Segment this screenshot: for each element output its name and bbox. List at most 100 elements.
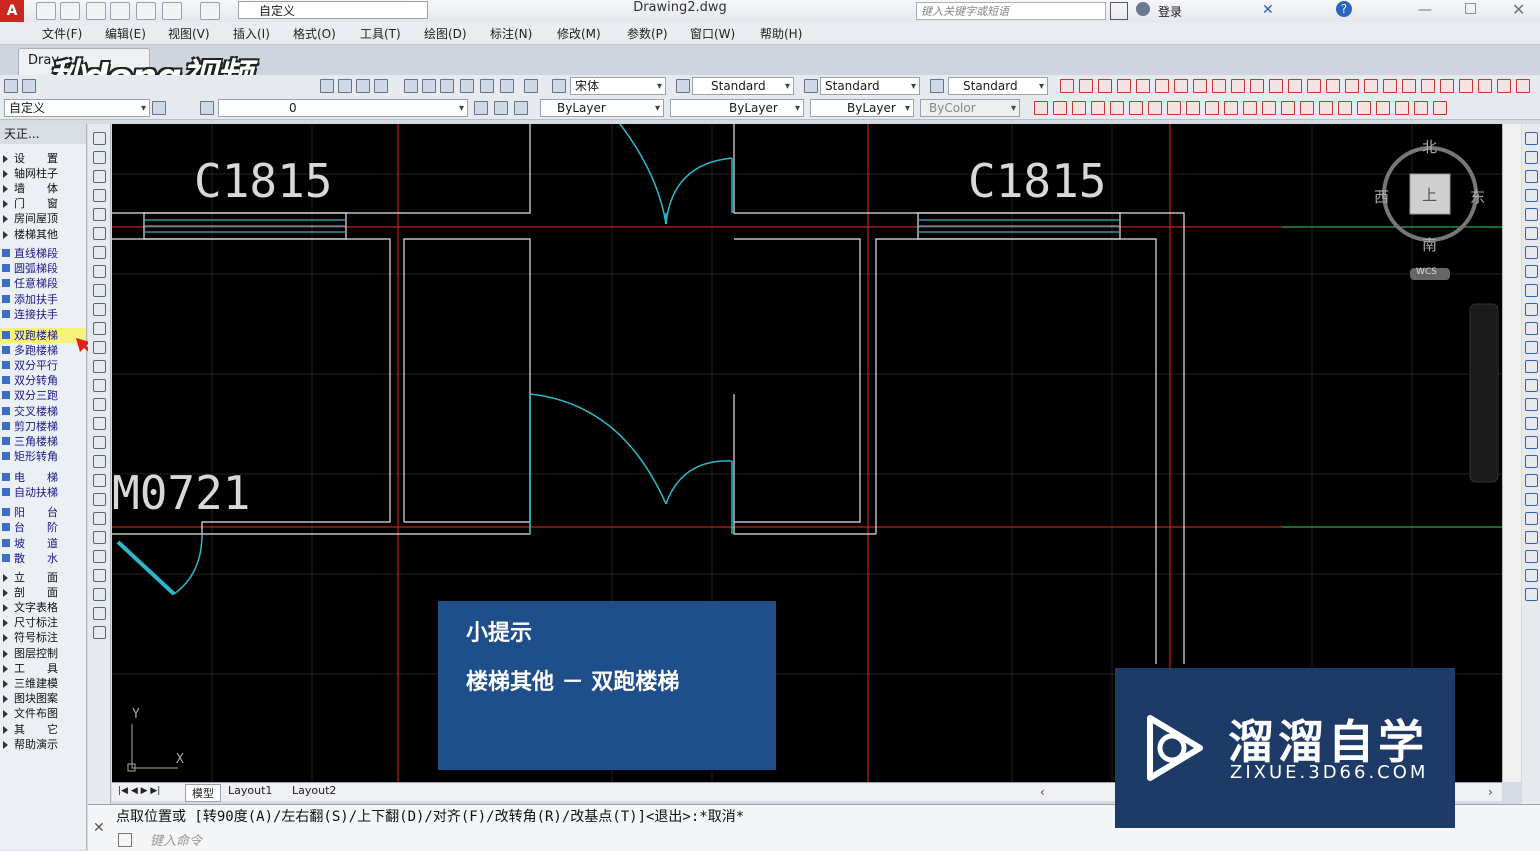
modify-tool-icon[interactable] <box>1525 493 1538 506</box>
panel-item[interactable]: 图层控制 <box>0 646 86 661</box>
panel-item[interactable]: 散 水 <box>0 551 86 566</box>
panel-item[interactable]: 圆弧梯段 <box>0 261 86 276</box>
panel-item[interactable]: 交叉楼梯 <box>0 404 86 419</box>
panel-item[interactable]: 任意梯段 <box>0 276 86 291</box>
minimize-icon[interactable]: — <box>1418 2 1432 18</box>
modify-tool-icon[interactable] <box>1525 170 1538 183</box>
tangent-tool-icon[interactable] <box>1167 101 1181 115</box>
tangent-tool-icon[interactable] <box>1129 101 1143 115</box>
panel-item[interactable]: 门 窗 <box>0 196 86 211</box>
tab-nav-arrows[interactable]: |◀ ◀ ▶ ▶| <box>118 786 160 796</box>
panel-item[interactable]: 阳 台 <box>0 505 86 520</box>
panel-item[interactable]: 剪刀楼梯 <box>0 419 86 434</box>
tangent-tool-icon[interactable] <box>1281 101 1295 115</box>
tangent-tool-icon[interactable] <box>1357 101 1371 115</box>
draw-tool-icon[interactable] <box>93 417 106 430</box>
login-label[interactable]: 登录 <box>1158 3 1182 20</box>
modify-tool-icon[interactable] <box>1525 455 1538 468</box>
draw-tool-icon[interactable] <box>93 569 106 582</box>
keyword-search-input[interactable]: 键入关键字或短语 <box>916 2 1106 20</box>
help-icon[interactable]: ? <box>1336 1 1352 17</box>
draw-tool-icon[interactable] <box>93 208 106 221</box>
modify-tool-icon[interactable] <box>1525 569 1538 582</box>
command-close-icon[interactable]: ✕ <box>93 820 105 836</box>
tangent-tool-icon[interactable] <box>1414 101 1428 115</box>
modify-tool-icon[interactable] <box>1525 189 1538 202</box>
panel-item[interactable]: 电 梯 <box>0 470 86 485</box>
modify-tool-icon[interactable] <box>1525 265 1538 278</box>
tangent-tool-icon[interactable] <box>1186 101 1200 115</box>
tangent-tool-icon[interactable] <box>1205 101 1219 115</box>
draw-tool-icon[interactable] <box>93 531 106 544</box>
draw-tool-icon[interactable] <box>93 512 106 525</box>
modify-tool-icon[interactable] <box>1525 341 1538 354</box>
draw-tool-icon[interactable] <box>93 246 106 259</box>
modify-tool-icon[interactable] <box>1525 398 1538 411</box>
dimension-tool-icon[interactable] <box>1136 79 1150 93</box>
menu-parametric[interactable]: 参数(P) <box>627 25 668 42</box>
tangent-tool-icon[interactable] <box>1053 101 1067 115</box>
tab-model[interactable]: 模型 <box>185 784 221 802</box>
modify-tool-icon[interactable] <box>1525 531 1538 544</box>
multileader-style-icon[interactable] <box>930 79 944 93</box>
dimension-tool-icon[interactable] <box>1497 79 1511 93</box>
font-select[interactable]: 宋体 <box>570 77 666 95</box>
panel-item[interactable]: 图块图案 <box>0 691 86 706</box>
panel-item[interactable]: 双分三跑 <box>0 388 86 403</box>
compass-east[interactable]: 东 <box>1470 186 1485 207</box>
menu-dimension[interactable]: 标注(N) <box>490 25 532 42</box>
modify-tool-icon[interactable] <box>1525 227 1538 240</box>
panel-item[interactable]: 直线梯段 <box>0 246 86 261</box>
modify-tool-icon[interactable] <box>1525 246 1538 259</box>
dimension-tool-icon[interactable] <box>1459 79 1473 93</box>
draw-tool-icon[interactable] <box>93 436 106 449</box>
dimension-tool-icon[interactable] <box>1364 79 1378 93</box>
table-style-select[interactable]: Standard <box>948 77 1048 95</box>
modify-tool-icon[interactable] <box>1525 512 1538 525</box>
properties-icon[interactable] <box>404 79 418 93</box>
menu-window[interactable]: 窗口(W) <box>690 25 735 42</box>
tangent-tool-icon[interactable] <box>1072 101 1086 115</box>
draw-tool-icon[interactable] <box>93 284 106 297</box>
tangent-tool-icon[interactable] <box>1091 101 1105 115</box>
tangent-tool-icon[interactable] <box>1319 101 1333 115</box>
pan-icon[interactable] <box>320 79 334 93</box>
new-file-icon[interactable] <box>36 2 56 20</box>
tab-layout2[interactable]: Layout2 <box>292 784 336 797</box>
tangent-tool-icon[interactable] <box>1034 101 1048 115</box>
zoom-previous-icon[interactable] <box>374 79 388 93</box>
dimension-tool-icon[interactable] <box>1060 79 1074 93</box>
panel-item[interactable]: 三维建模 <box>0 676 86 691</box>
dimension-tool-icon[interactable] <box>1155 79 1169 93</box>
panel-item[interactable]: 文件布图 <box>0 706 86 721</box>
draw-tool-icon[interactable] <box>93 398 106 411</box>
dimension-tool-icon[interactable] <box>1516 79 1530 93</box>
dimension-tool-icon[interactable] <box>1383 79 1397 93</box>
design-center-icon[interactable] <box>422 79 436 93</box>
layer-state-icon[interactable] <box>514 101 528 115</box>
tangent-tool-icon[interactable] <box>1110 101 1124 115</box>
maximize-icon[interactable]: □ <box>1464 0 1477 16</box>
menu-format[interactable]: 格式(O) <box>293 25 336 42</box>
panel-item[interactable]: 墙 体 <box>0 181 86 196</box>
draw-tool-icon[interactable] <box>93 379 106 392</box>
draw-tool-icon[interactable] <box>93 455 106 468</box>
command-prompt-icon[interactable] <box>118 833 132 847</box>
open-file-icon[interactable] <box>60 2 80 20</box>
save-as-icon[interactable] <box>110 2 130 20</box>
menu-file[interactable]: 文件(F) <box>42 25 82 42</box>
panel-item[interactable]: 文字表格 <box>0 600 86 615</box>
modify-tool-icon[interactable] <box>1525 550 1538 563</box>
dimension-tool-icon[interactable] <box>1307 79 1321 93</box>
draw-tool-icon[interactable] <box>93 189 106 202</box>
menu-draw[interactable]: 绘图(D) <box>424 25 467 42</box>
binoculars-icon[interactable] <box>1110 2 1128 20</box>
panel-item[interactable]: 其 它 <box>0 722 86 737</box>
open-icon[interactable] <box>22 79 36 93</box>
panel-item[interactable]: 自动扶梯 <box>0 485 86 500</box>
dimension-tool-icon[interactable] <box>1288 79 1302 93</box>
print-icon[interactable] <box>136 2 156 20</box>
panel-item[interactable]: 立 面 <box>0 570 86 585</box>
save-icon[interactable] <box>86 2 106 20</box>
modify-tool-icon[interactable] <box>1525 417 1538 430</box>
